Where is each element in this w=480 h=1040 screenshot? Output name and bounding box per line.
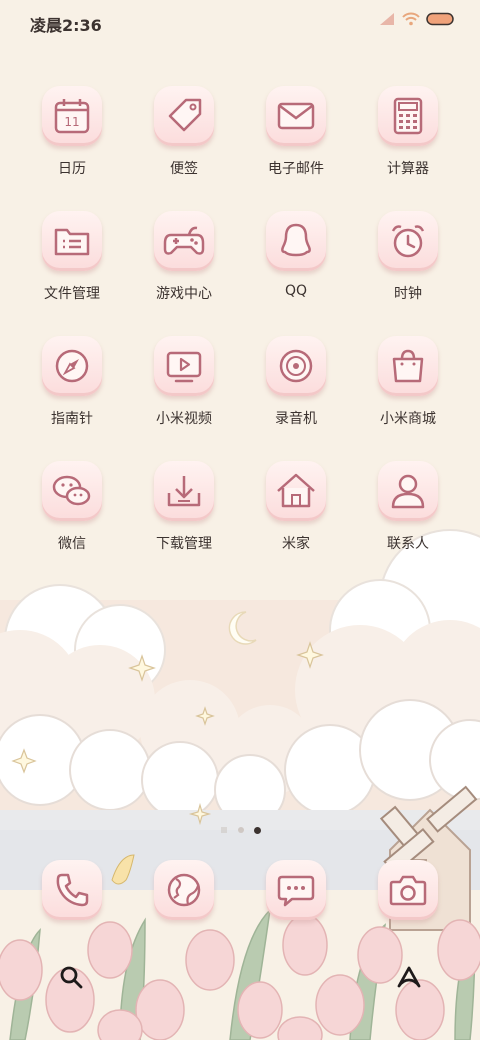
app-notes[interactable]: 便签 xyxy=(128,86,240,178)
app-label: 录音机 xyxy=(275,411,317,427)
calculator-icon xyxy=(393,97,423,135)
home-icon xyxy=(277,473,315,508)
app-game-center[interactable]: 游戏中心 xyxy=(128,211,240,303)
dock-browser[interactable] xyxy=(128,860,240,920)
globe-icon xyxy=(167,873,201,907)
app-download-manager[interactable]: 下载管理 xyxy=(128,461,240,553)
app-label: 便签 xyxy=(170,161,198,177)
signal-icon xyxy=(380,13,394,25)
app-wechat[interactable]: 微信 xyxy=(16,461,128,553)
app-label: 游戏中心 xyxy=(156,286,212,302)
app-calendar[interactable]: 11 日历 xyxy=(16,86,128,178)
app-qq[interactable]: QQ xyxy=(240,211,352,299)
app-label: 小米商城 xyxy=(380,411,436,427)
app-mi-home[interactable]: 米家 xyxy=(240,461,352,553)
wechat-icon xyxy=(52,475,91,506)
app-mi-video[interactable]: 小米视频 xyxy=(128,336,240,428)
mail-icon xyxy=(277,102,315,130)
app-label: 下载管理 xyxy=(156,536,212,552)
app-label: 日历 xyxy=(58,161,86,177)
video-play-icon xyxy=(166,351,202,383)
status-icons xyxy=(378,12,456,26)
gamepad-icon xyxy=(163,226,205,255)
app-mi-store[interactable]: 小米商城 xyxy=(352,336,464,428)
app-calculator[interactable]: 计算器 xyxy=(352,86,464,178)
app-recorder[interactable]: 录音机 xyxy=(240,336,352,428)
message-icon xyxy=(277,875,315,907)
app-file-manager[interactable]: 文件管理 xyxy=(16,211,128,303)
dock-phone[interactable] xyxy=(16,860,128,920)
page-dot xyxy=(237,827,244,833)
app-label: 计算器 xyxy=(387,161,429,177)
app-label: 联系人 xyxy=(387,536,429,552)
bottom-search-bar[interactable] xyxy=(40,952,440,1000)
page-dot-active xyxy=(253,826,261,834)
record-disc-icon xyxy=(279,349,313,383)
person-icon xyxy=(391,474,425,509)
battery-icon xyxy=(426,12,454,26)
wifi-icon xyxy=(402,12,420,26)
app-email[interactable]: 电子邮件 xyxy=(240,86,352,178)
shopping-bag-icon xyxy=(392,349,424,383)
app-label: 微信 xyxy=(58,536,86,552)
dock-camera[interactable] xyxy=(352,860,464,920)
app-label: 电子邮件 xyxy=(268,161,324,177)
status-bar: 凌晨2:36 xyxy=(0,0,480,44)
status-time: 凌晨2:36 xyxy=(30,16,102,35)
calendar-icon: 11 xyxy=(54,99,90,134)
phone-icon xyxy=(56,873,89,907)
app-clock[interactable]: 时钟 xyxy=(352,211,464,303)
folder-icon xyxy=(54,228,90,256)
page-list-indicator xyxy=(220,827,227,833)
app-contacts[interactable]: 联系人 xyxy=(352,461,464,553)
search-icon[interactable] xyxy=(58,964,84,990)
app-label: 文件管理 xyxy=(44,286,100,302)
app-label: 指南针 xyxy=(51,411,93,427)
page-indicator[interactable] xyxy=(0,826,480,834)
tag-icon xyxy=(168,98,202,132)
assistant-icon[interactable] xyxy=(396,964,422,990)
app-compass[interactable]: 指南针 xyxy=(16,336,128,428)
app-label: 米家 xyxy=(282,536,310,552)
camera-icon xyxy=(389,875,427,906)
alarm-clock-icon xyxy=(391,225,425,258)
compass-icon xyxy=(55,349,89,383)
qq-penguin-icon xyxy=(281,223,311,257)
calendar-date: 11 xyxy=(64,115,79,129)
app-label: QQ xyxy=(284,283,308,299)
download-icon xyxy=(167,476,201,507)
app-label: 时钟 xyxy=(394,286,422,302)
app-label: 小米视频 xyxy=(156,411,212,427)
dock-messages[interactable] xyxy=(240,860,352,920)
